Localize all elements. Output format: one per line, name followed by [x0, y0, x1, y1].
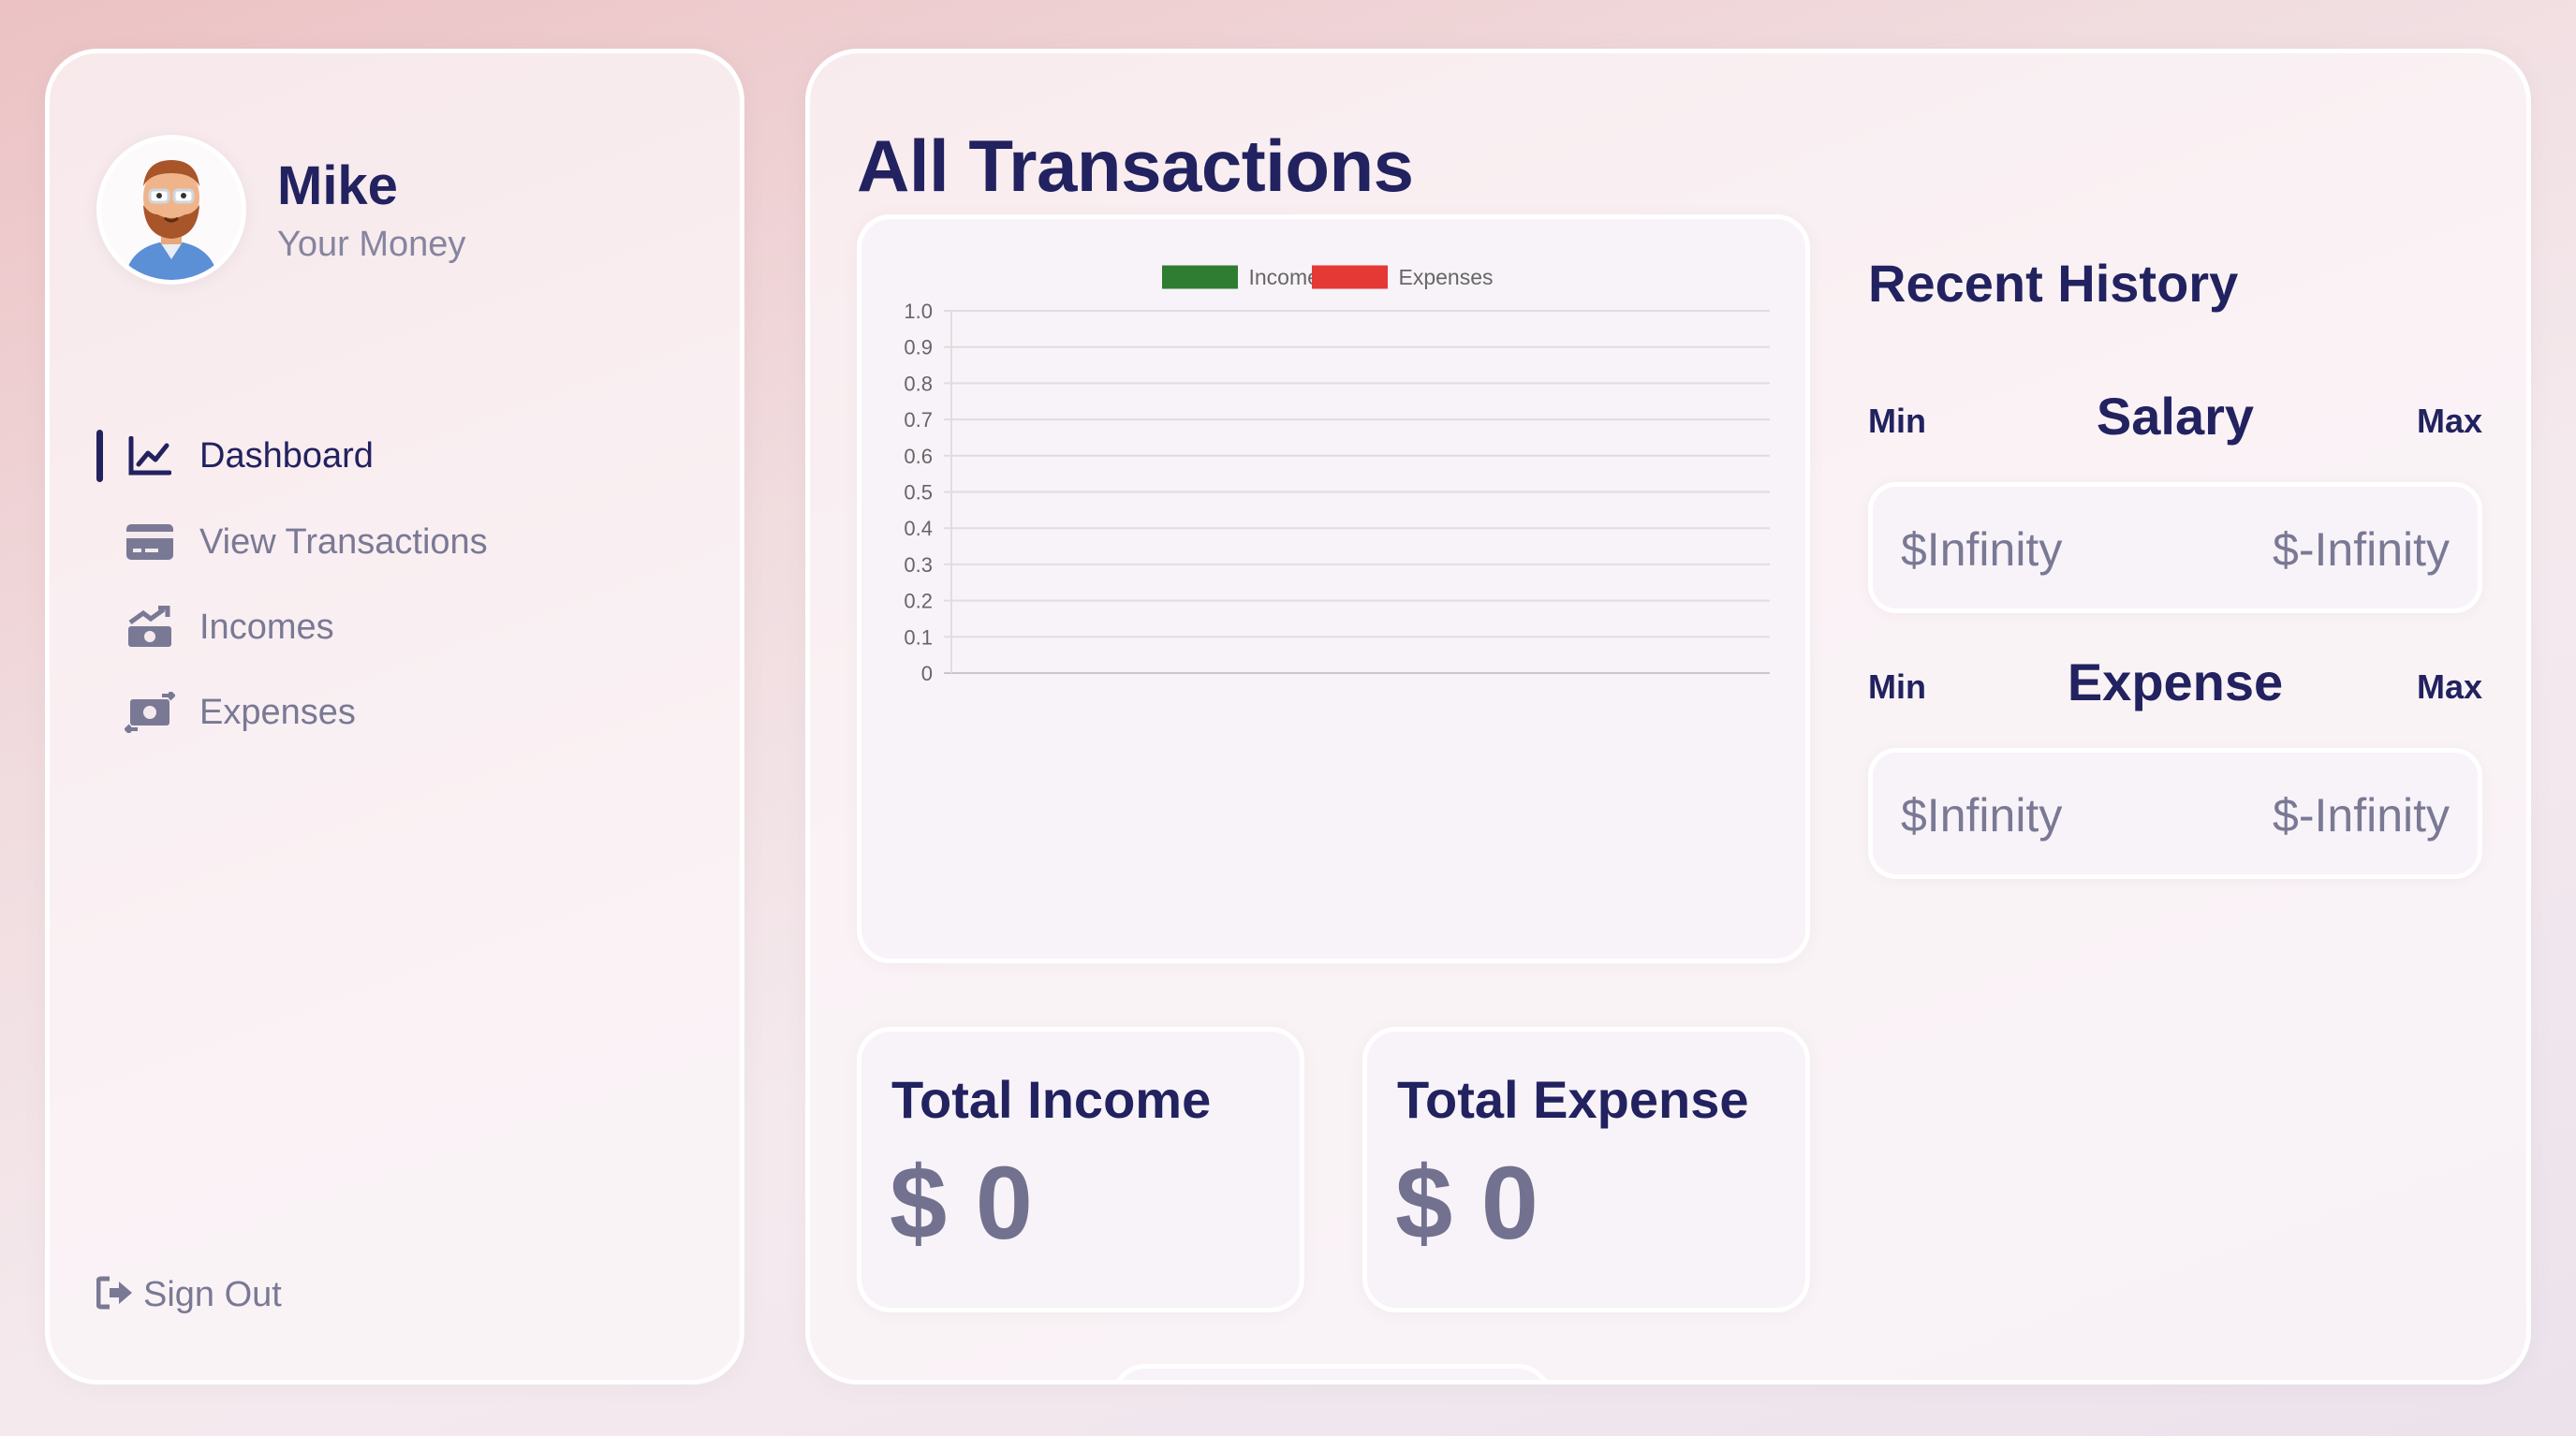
y-tick-label: 1.0 [904, 300, 933, 323]
nav-label: Dashboard [199, 435, 374, 476]
legend-label-expenses[interactable]: Expenses [1399, 265, 1494, 289]
y-tick-label: 0.5 [904, 481, 933, 505]
legend-swatch-income[interactable] [1162, 265, 1238, 289]
sign-out-icon [96, 1276, 134, 1314]
avatar [96, 135, 246, 285]
total-expense-card: Total Expense $ 0 [1362, 1027, 1810, 1312]
y-tick-label: 0.2 [904, 590, 933, 613]
salary-history-header: Min Salary Max [1868, 381, 2482, 447]
nav-label: View Transactions [199, 521, 488, 562]
legend-swatch-expenses[interactable] [1312, 265, 1388, 289]
salary-category-label: Salary [2096, 387, 2255, 446]
y-tick-label: 0.7 [904, 408, 933, 432]
y-tick-label: 0.4 [904, 517, 933, 540]
user-avatar-icon [125, 160, 218, 280]
y-tick-label: 0.8 [904, 372, 933, 395]
y-tick-label: 0.9 [904, 336, 933, 359]
sign-out-button[interactable]: Sign Out [96, 1275, 282, 1315]
chart-card: Income Expenses 1.0 0.9 0.8 0.7 0.6 0.5 0.4 0.3 0.… [857, 214, 1810, 963]
nav-item-dashboard[interactable]: Dashboard [96, 428, 374, 484]
total-income-title: Total Income [891, 1070, 1212, 1129]
expense-max-value: $-Infinity [2273, 789, 2450, 842]
total-expense-value: $ 0 [1395, 1146, 1538, 1261]
y-tick-label: 0.6 [904, 445, 933, 468]
salary-min-value: $Infinity [1901, 523, 2063, 576]
total-expense-title: Total Expense [1397, 1070, 1749, 1129]
sidebar: Mike Your Money Dashboard View Transacti… [45, 49, 744, 1385]
credit-card-icon [125, 519, 175, 565]
expense-category-label: Expense [2067, 652, 2284, 711]
nav-item-expenses[interactable]: Expenses [96, 684, 356, 740]
salary-max-label: Max [2416, 402, 2482, 440]
nav-label: Incomes [199, 607, 334, 647]
y-tick-label: 0.1 [904, 625, 933, 649]
transactions-chart: Income Expenses 1.0 0.9 0.8 0.7 0.6 0.5 0.4 0.3 0.… [904, 265, 1770, 685]
nav-item-view-transactions[interactable]: View Transactions [96, 514, 488, 570]
salary-history-box: $Infinity $-Infinity [1868, 482, 2482, 613]
money-bill-transfer-icon [125, 689, 175, 736]
nav-item-incomes[interactable]: Incomes [96, 599, 334, 655]
y-tick-label: 0.3 [904, 553, 933, 577]
chart-line-icon [125, 432, 175, 479]
total-income-value: $ 0 [890, 1146, 1033, 1261]
page-title: All Transactions [857, 125, 1414, 207]
active-indicator [96, 430, 103, 482]
main-panel: All Transactions Income Expenses 1.0 0.9 0.8… [805, 49, 2531, 1385]
expense-min-value: $Infinity [1901, 789, 2063, 842]
balance-card [1111, 1364, 1552, 1380]
money-bill-trend-up-icon [125, 604, 175, 651]
legend-label-income[interactable]: Income [1249, 265, 1319, 289]
expense-history-header: Min Expense Max [1868, 647, 2482, 712]
total-income-card: Total Income $ 0 [857, 1027, 1304, 1312]
y-tick-label: 0 [921, 662, 933, 685]
salary-max-value: $-Infinity [2273, 523, 2450, 576]
expense-history-box: $Infinity $-Infinity [1868, 748, 2482, 879]
expense-max-label: Max [2416, 667, 2482, 706]
user-subtitle: Your Money [277, 225, 466, 264]
sign-out-label: Sign Out [143, 1275, 282, 1314]
recent-history-title: Recent History [1868, 254, 2239, 313]
nav-label: Expenses [199, 692, 356, 732]
user-name: Mike [277, 155, 398, 216]
